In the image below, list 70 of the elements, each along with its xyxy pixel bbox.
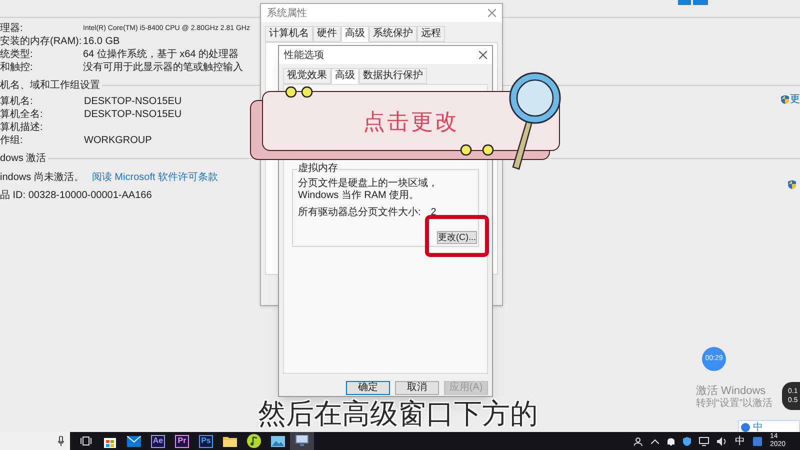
app-logo-icon: Pr bbox=[175, 434, 189, 448]
info-label: 算机名: bbox=[0, 96, 34, 107]
dialog-title: 系统属性 bbox=[267, 6, 307, 20]
dialog-tab[interactable]: 视觉效果 bbox=[283, 68, 331, 84]
close-icon[interactable] bbox=[479, 51, 487, 59]
input-method-indicator[interactable]: 中 bbox=[735, 436, 745, 446]
app-logo-icon: Ps bbox=[199, 434, 213, 448]
info-value: DESKTOP-NSO15EU bbox=[84, 96, 182, 107]
activation-hint: 转到“设置”以激活 bbox=[696, 398, 773, 410]
info-value: DESKTOP-NSO15EU bbox=[84, 109, 182, 120]
change-button[interactable]: 更改(C)... bbox=[437, 231, 477, 244]
close-icon[interactable] bbox=[488, 9, 496, 17]
dialog-tab[interactable]: 高级 bbox=[341, 26, 369, 42]
dialog-button[interactable]: 确定 bbox=[346, 381, 390, 395]
dialog-tab[interactable]: 数据执行保护 bbox=[359, 68, 427, 84]
input-mode-text[interactable]: 中 bbox=[753, 422, 763, 432]
info-value: 16.0 GB bbox=[83, 36, 120, 47]
subtitle-caption: 然后在高级窗口下方的 bbox=[258, 398, 538, 430]
info-value: 没有可用于此显示器的笔或触控输入 bbox=[83, 62, 243, 73]
bell-icon[interactable] bbox=[667, 436, 675, 446]
chevron-up-icon[interactable] bbox=[651, 438, 659, 444]
info-value: 64 位操作系统，基于 x64 的处理器 bbox=[83, 49, 239, 60]
dialog-tab[interactable]: 高级 bbox=[331, 68, 359, 84]
computer-icon bbox=[295, 435, 309, 447]
group-heading: 虚拟内存 bbox=[297, 163, 339, 175]
section-heading: 机名、域和工作组设置 bbox=[0, 80, 100, 90]
dialog-tab[interactable]: 硬件 bbox=[313, 26, 341, 42]
info-value: WORKGROUP bbox=[84, 135, 152, 146]
taskbar-app-button[interactable]: Ps bbox=[194, 432, 218, 450]
taskbar-app-button[interactable]: Ae bbox=[146, 432, 170, 450]
dialog-button[interactable]: 取消 bbox=[395, 381, 439, 395]
activation-status: indows 尚未激活。 bbox=[0, 172, 84, 182]
info-label: 和触控: bbox=[0, 62, 34, 73]
section-heading: dows 激活 bbox=[0, 152, 46, 164]
callout-text: 点击更改 bbox=[363, 108, 459, 136]
folder-icon bbox=[223, 436, 237, 446]
shield-icon bbox=[788, 180, 796, 189]
envelope-icon bbox=[127, 436, 141, 446]
shield-icon[interactable] bbox=[683, 436, 691, 446]
info-label: 算机全名: bbox=[0, 109, 44, 120]
change-settings-link[interactable]: 更 bbox=[781, 94, 800, 105]
info-label: 作组: bbox=[0, 135, 24, 146]
picture-icon bbox=[271, 436, 285, 446]
info-label: 算机描述: bbox=[0, 122, 44, 133]
dots-icon bbox=[460, 144, 496, 156]
monitor-icon[interactable] bbox=[699, 436, 709, 446]
info-label: 统类型: bbox=[0, 49, 34, 60]
info-label: 安装的内存(RAM): bbox=[0, 36, 83, 47]
info-label: 理器: bbox=[0, 23, 24, 34]
dialog-tab[interactable]: 系统保护 bbox=[369, 26, 417, 42]
speaker-icon[interactable] bbox=[717, 436, 727, 446]
dialog-tab[interactable]: 计算机名 bbox=[265, 26, 313, 42]
paging-size-label: 所有驱动器总分页文件大小: bbox=[298, 207, 421, 219]
windows-logo-icon bbox=[678, 0, 708, 6]
taskbar-app-button[interactable]: Pr bbox=[170, 432, 194, 450]
music-note-icon bbox=[247, 434, 261, 448]
app-logo-icon: Ae bbox=[151, 434, 165, 448]
taskbar-app-button[interactable] bbox=[290, 432, 314, 450]
license-terms-link[interactable]: 阅读 Microsoft 软件许可条款 bbox=[92, 172, 218, 182]
task-view-icon bbox=[80, 436, 92, 446]
activation-title: 激活 Windows bbox=[696, 385, 767, 398]
dialog-title: 性能选项 bbox=[284, 48, 324, 62]
dots-icon bbox=[285, 86, 315, 98]
microphone-icon bbox=[58, 436, 64, 446]
product-id: 品 ID: 00328-10000-00001-AA166 bbox=[0, 190, 152, 201]
people-icon[interactable] bbox=[634, 436, 643, 446]
paging-size-value: 2 bbox=[430, 207, 436, 219]
dialog-tab[interactable]: 远程 bbox=[417, 26, 445, 42]
description-text: 分页文件是硬盘上的一块区域，Windows 当作 RAM 使用。 bbox=[298, 178, 439, 202]
shield-icon bbox=[781, 95, 789, 104]
